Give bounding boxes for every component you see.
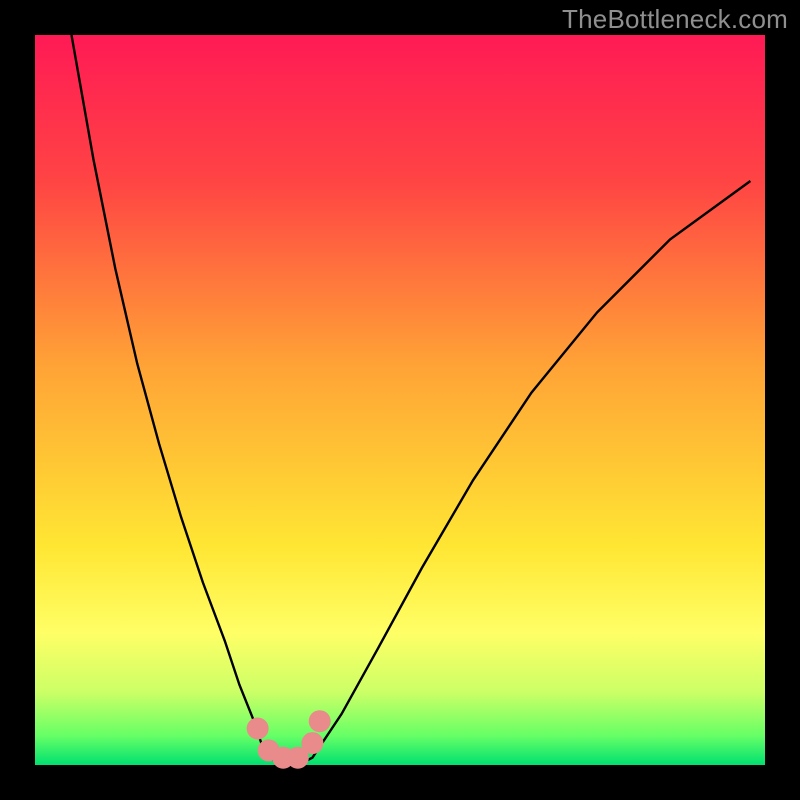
watermark-text: TheBottleneck.com: [562, 4, 788, 35]
bottleneck-chart: [0, 0, 800, 800]
marker-dot: [301, 732, 323, 754]
marker-dot: [309, 710, 331, 732]
plot-background: [35, 35, 765, 765]
marker-dot: [247, 718, 269, 740]
